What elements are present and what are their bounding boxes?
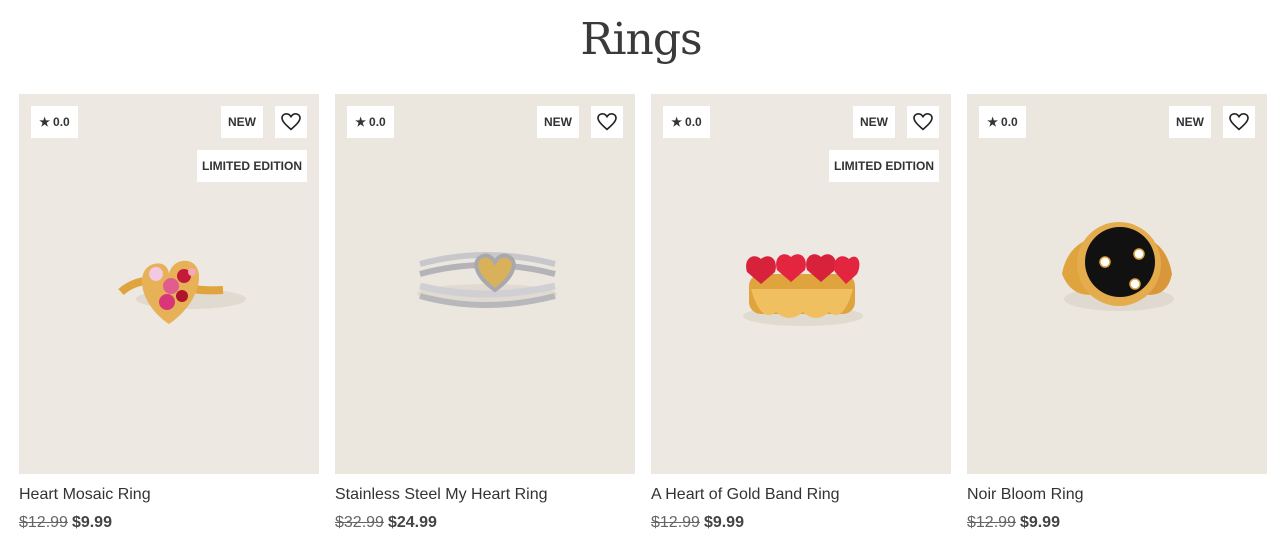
product-price: $32.99 $24.99 [335,514,437,532]
rating-badge: ★ 0.0 [347,106,394,138]
product-price: $12.99 $9.99 [967,514,1060,532]
steel-heart-ring-image [417,252,557,308]
product-card[interactable]: ★ 0.0 NEW LIMITED EDITION A Heart of Gol… [651,94,951,553]
original-price: $32.99 [335,514,384,531]
product-image[interactable]: ★ 0.0 NEW [335,94,635,474]
product-grid: ★ 0.0 NEW LIMITED EDITION Heart Mosaic R… [19,94,1267,553]
product-name[interactable]: Noir Bloom Ring [967,486,1083,504]
product-card[interactable]: ★ 0.0 NEW LIMITED EDITION Heart Mosaic R… [19,94,319,553]
sale-price: $9.99 [1019,514,1060,531]
product-name[interactable]: A Heart of Gold Band Ring [651,486,840,504]
product-image[interactable]: ★ 0.0 NEW [967,94,1267,474]
noir-bloom-ring-image [1062,222,1174,311]
limited-edition-badge: LIMITED EDITION [197,150,307,182]
original-price: $12.99 [967,514,1016,531]
product-image[interactable]: ★ 0.0 NEW LIMITED EDITION [19,94,319,474]
heart-outline-icon [1229,113,1249,131]
product-name[interactable]: Heart Mosaic Ring [19,486,151,504]
star-icon: ★ [671,115,683,129]
sale-price: $24.99 [387,514,437,531]
product-card[interactable]: ★ 0.0 NEW Noir Bloom Ring $12.99 $9.99 [967,94,1267,553]
product-price: $12.99 $9.99 [651,514,744,532]
rating-value: 0.0 [685,115,702,129]
page-title: Rings [580,14,702,65]
wishlist-button[interactable] [275,106,307,138]
rating-badge: ★ 0.0 [31,106,78,138]
heart-outline-icon [597,113,617,131]
rating-badge: ★ 0.0 [663,106,710,138]
star-icon: ★ [987,115,999,129]
product-image[interactable]: ★ 0.0 NEW LIMITED EDITION [651,94,951,474]
rating-value: 0.0 [53,115,70,129]
rating-value: 0.0 [1001,115,1018,129]
wishlist-button[interactable] [907,106,939,138]
star-icon: ★ [355,115,367,129]
product-card[interactable]: ★ 0.0 NEW Stainless Steel My Heart Ring … [335,94,635,553]
rating-value: 0.0 [369,115,386,129]
rating-badge: ★ 0.0 [979,106,1026,138]
star-icon: ★ [39,115,51,129]
wishlist-button[interactable] [1223,106,1255,138]
original-price: $12.99 [651,514,700,531]
sale-price: $9.99 [703,514,744,531]
new-badge: NEW [853,106,895,138]
heart-outline-icon [281,113,301,131]
limited-edition-badge: LIMITED EDITION [829,150,939,182]
original-price: $12.99 [19,514,68,531]
heart-outline-icon [913,113,933,131]
product-name[interactable]: Stainless Steel My Heart Ring [335,486,548,504]
new-badge: NEW [221,106,263,138]
sale-price: $9.99 [71,514,112,531]
new-badge: NEW [537,106,579,138]
wishlist-button[interactable] [591,106,623,138]
product-price: $12.99 $9.99 [19,514,112,532]
new-badge: NEW [1169,106,1211,138]
